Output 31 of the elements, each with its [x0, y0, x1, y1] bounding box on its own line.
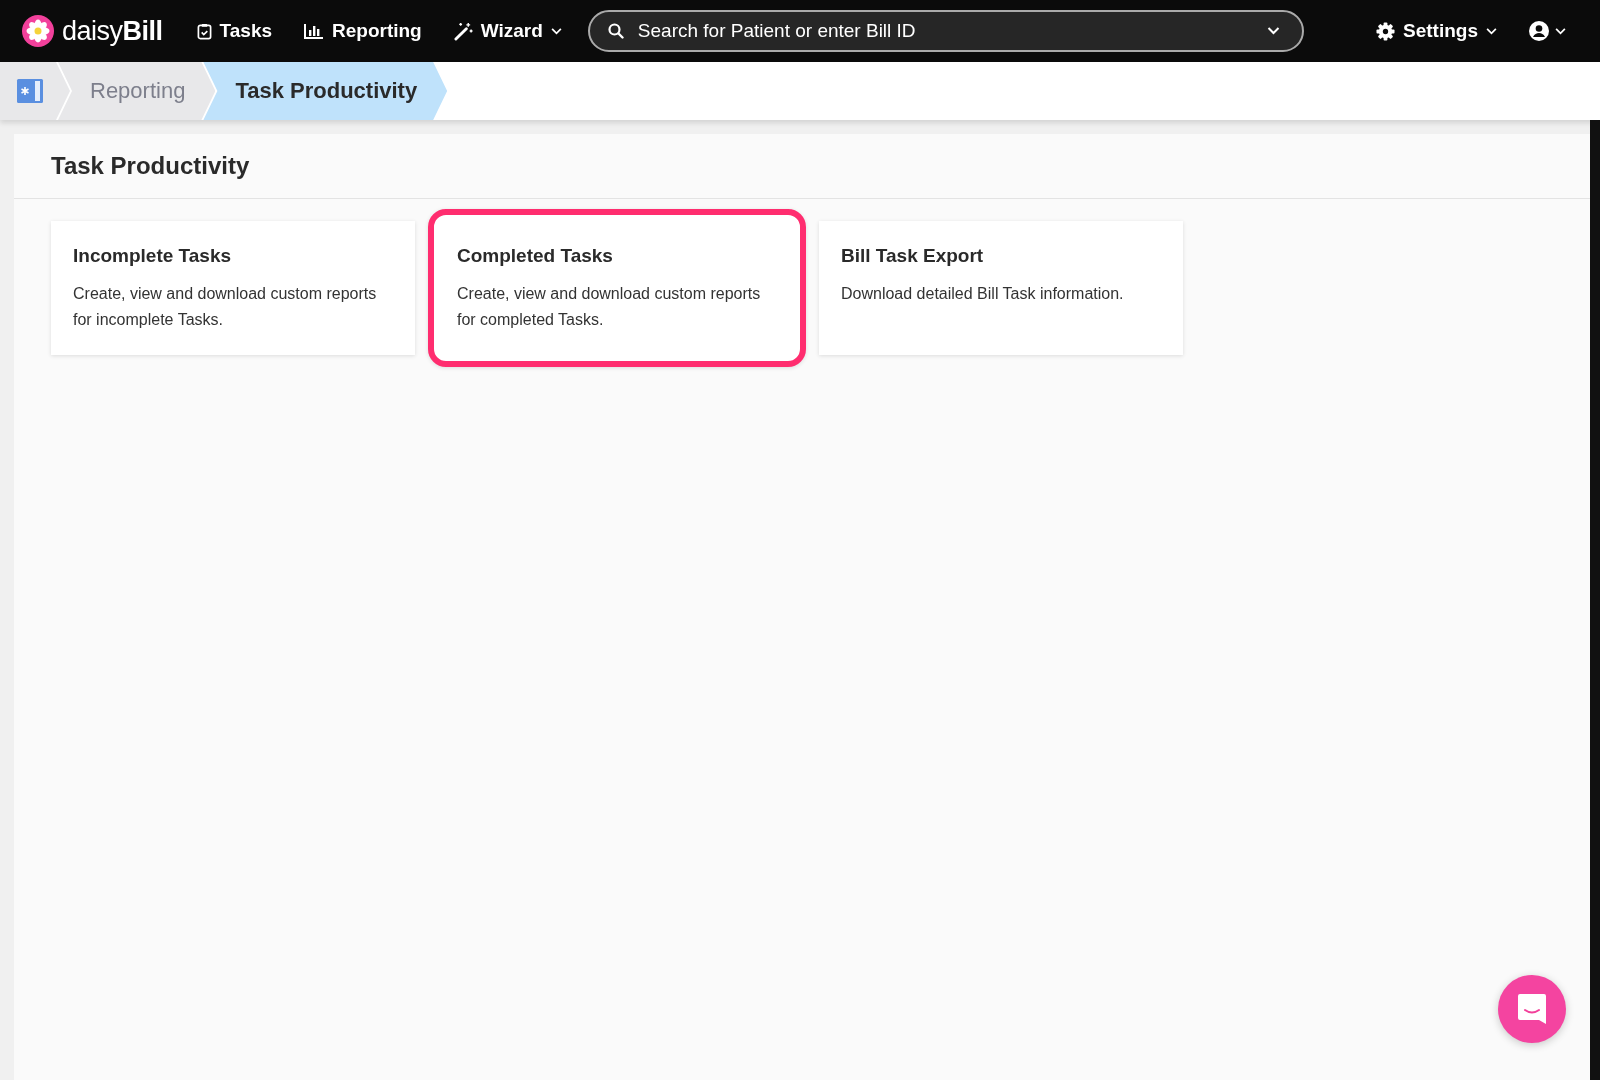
clipboard-check-icon — [196, 22, 212, 40]
settings-menu-button[interactable]: Settings — [1364, 20, 1509, 42]
user-avatar-icon — [1529, 21, 1549, 41]
card-title: Incomplete Tasks — [73, 245, 233, 267]
settings-icon — [1376, 21, 1396, 41]
breadcrumb-item[interactable]: Task Productivity — [203, 62, 448, 120]
magic-wand-icon — [453, 21, 473, 41]
card-description: Create, view and download custom reports for incomplete Tasks. — [73, 284, 378, 330]
nav-menu-item[interactable]: Reporting — [292, 20, 434, 42]
card-title: Completed Tasks — [457, 245, 614, 267]
report-card[interactable]: Incomplete Tasks Create, view and download custom reports for incomplete Tasks. — [51, 221, 415, 355]
nav-menu-item[interactable]: Wizard — [441, 20, 574, 42]
chevron-down-icon — [550, 27, 562, 35]
search-field[interactable]: Search for Patient or enter Bill ID — [587, 10, 1304, 52]
report-card[interactable]: Completed Tasks Create, view and download custom reports for completed Tasks. — [428, 209, 806, 367]
chevron-down-icon — [1555, 27, 1566, 35]
flower-logo-icon[interactable] — [22, 15, 54, 47]
page-title: Task Productivity — [14, 134, 1590, 199]
document-icon — [16, 77, 44, 105]
card-description: Download detailed Bill Task information. — [841, 284, 1125, 304]
card-description: Create, view and download custom reports for completed Tasks. — [457, 284, 762, 330]
bar-chart-icon — [304, 23, 324, 39]
brand-name[interactable]: daisyBill — [62, 15, 163, 47]
chevron-down-icon — [1486, 27, 1497, 35]
nav-menu-item[interactable]: Tasks — [184, 20, 284, 42]
home-crumb[interactable] — [0, 62, 70, 120]
search-icon — [607, 23, 624, 39]
chevron-down-icon[interactable] — [1266, 27, 1280, 35]
card-title: Bill Task Export — [841, 245, 985, 267]
chat-bubble-icon — [1517, 993, 1547, 1025]
report-card[interactable]: Bill Task Export Download detailed Bill Task information. — [819, 221, 1183, 355]
